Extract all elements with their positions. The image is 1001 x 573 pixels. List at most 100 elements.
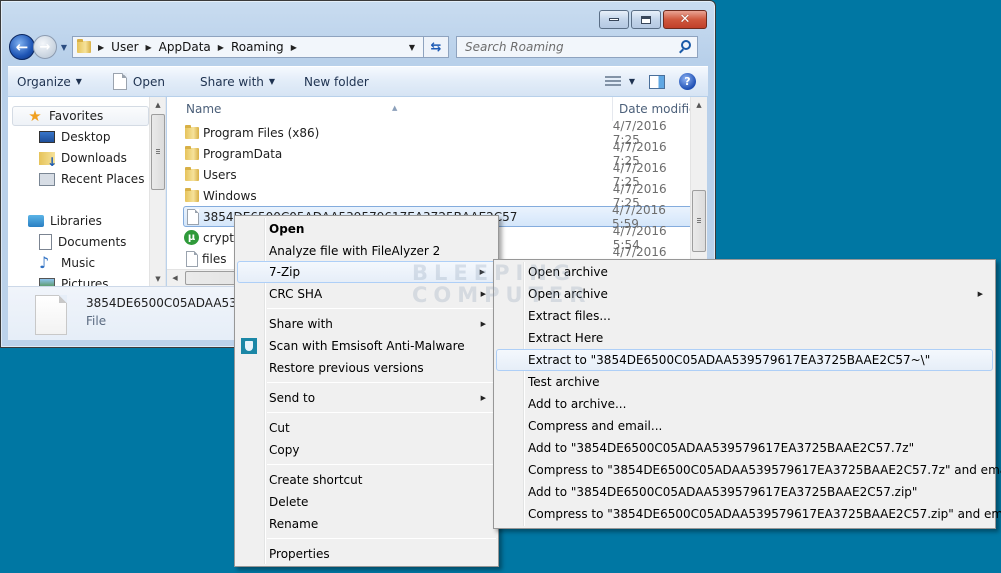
- submenu-compress-zip-email[interactable]: Compress to "3854DE6500C05ADAA539579617E…: [496, 503, 1001, 525]
- nav-downloads[interactable]: Downloads: [39, 148, 127, 169]
- caption-buttons: ✕: [599, 10, 707, 29]
- menu-item-send-to[interactable]: Send to ▶: [237, 387, 496, 409]
- column-name-header[interactable]: ▲ Name: [167, 97, 613, 121]
- utorrent-icon: µ: [184, 230, 199, 245]
- menu-item-label: Open archive: [528, 265, 608, 279]
- menu-item-label: Extract Here: [528, 331, 604, 345]
- navpane-scrollbar[interactable]: ▲ ▼: [149, 97, 165, 286]
- menu-item-open[interactable]: Open: [237, 218, 496, 240]
- organize-label: Organize: [17, 74, 71, 89]
- breadcrumb-appdata[interactable]: AppData: [159, 40, 211, 54]
- submenu-open-archive-as[interactable]: Open archive ▶: [496, 283, 993, 305]
- help-icon[interactable]: ?: [679, 73, 696, 90]
- breadcrumb-separator-icon[interactable]: ▶: [146, 43, 152, 52]
- menu-item-crc-sha[interactable]: CRC SHA ▶: [237, 283, 496, 305]
- open-button[interactable]: Open: [91, 67, 174, 96]
- new-folder-button[interactable]: New folder: [284, 67, 378, 96]
- search-placeholder: Search Roaming: [465, 40, 564, 54]
- chevron-down-icon: ▼: [268, 77, 276, 86]
- forward-button[interactable]: →: [33, 35, 57, 59]
- menu-item-delete[interactable]: Delete: [237, 491, 496, 513]
- file-icon: [35, 295, 67, 335]
- search-icon[interactable]: [681, 40, 691, 50]
- nav-favorites-label: Favorites: [49, 109, 104, 123]
- menu-item-share-with[interactable]: Share with ▶: [237, 313, 496, 335]
- folder-icon: [77, 39, 91, 53]
- scroll-left-icon[interactable]: ◀: [167, 270, 183, 286]
- file-name: ProgramData: [203, 146, 283, 161]
- nav-desktop[interactable]: Desktop: [39, 127, 111, 147]
- address-bar[interactable]: ▶ User ▶ AppData ▶ Roaming ▶ ▼: [72, 36, 424, 58]
- nav-documents[interactable]: Documents: [39, 232, 126, 252]
- menu-item-analyze-filealyzer[interactable]: Analyze file with FileAlyzer 2: [237, 240, 496, 262]
- filelist-scrollbar[interactable]: ▲: [690, 97, 707, 286]
- submenu-add-to-zip[interactable]: Add to "3854DE6500C05ADAA539579617EA3725…: [496, 481, 993, 503]
- submenu-compress-7z-email[interactable]: Compress to "3854DE6500C05ADAA539579617E…: [496, 459, 1001, 481]
- details-file-name: 3854DE6500C05ADAA539: [86, 296, 245, 310]
- breadcrumb-user[interactable]: User: [111, 40, 138, 54]
- menu-item-label: Extract to "3854DE6500C05ADAA539579617EA…: [528, 353, 931, 367]
- details-file-type: File: [86, 314, 107, 328]
- submenu-arrow-icon: ▶: [480, 290, 486, 298]
- nav-libraries-label: Libraries: [50, 214, 102, 228]
- nav-libraries[interactable]: Libraries: [28, 211, 102, 231]
- change-view-icon[interactable]: [604, 75, 621, 88]
- menu-item-cut[interactable]: Cut: [237, 417, 496, 439]
- menu-item-create-shortcut[interactable]: Create shortcut: [237, 469, 496, 491]
- organize-button[interactable]: Organize ▼: [8, 67, 91, 96]
- menu-item-copy[interactable]: Copy: [237, 439, 496, 461]
- submenu-extract-to-folder[interactable]: Extract to "3854DE6500C05ADAA539579617EA…: [496, 349, 993, 371]
- submenu-extract-here[interactable]: Extract Here: [496, 327, 993, 349]
- menu-item-label: Share with: [269, 317, 333, 331]
- nav-favorites[interactable]: ★ Favorites: [12, 106, 149, 126]
- menu-item-properties[interactable]: Properties: [237, 543, 496, 565]
- share-with-button[interactable]: Share with ▼: [174, 67, 284, 96]
- nav-music[interactable]: ♪ Music: [39, 253, 95, 273]
- search-input[interactable]: Search Roaming: [456, 36, 698, 58]
- menu-item-label: Restore previous versions: [269, 361, 424, 375]
- scroll-thumb[interactable]: [692, 190, 706, 252]
- menu-separator: [267, 464, 496, 465]
- scroll-down-icon[interactable]: ▼: [150, 271, 165, 286]
- menu-item-7zip[interactable]: 7-Zip ▶: [237, 261, 496, 283]
- submenu-add-to-7z[interactable]: Add to "3854DE6500C05ADAA539579617EA3725…: [496, 437, 993, 459]
- scroll-up-icon[interactable]: ▲: [691, 97, 707, 112]
- nav-recent-places[interactable]: Recent Places: [39, 169, 144, 189]
- downloads-icon: [39, 151, 57, 169]
- back-arrow-icon: ←: [15, 38, 29, 56]
- recent-pages-dropdown[interactable]: ▼: [58, 43, 70, 52]
- menu-item-restore-previous-versions[interactable]: Restore previous versions: [237, 357, 496, 379]
- submenu-arrow-icon: ▶: [480, 320, 486, 328]
- breadcrumb-separator-icon[interactable]: ▶: [98, 43, 104, 52]
- minimize-button[interactable]: [599, 10, 629, 29]
- submenu-add-to-archive[interactable]: Add to archive...: [496, 393, 993, 415]
- breadcrumb-roaming[interactable]: Roaming: [231, 40, 284, 54]
- scroll-up-icon[interactable]: ▲: [150, 97, 165, 112]
- back-button[interactable]: ←: [9, 34, 35, 60]
- menu-item-label: Test archive: [528, 375, 600, 389]
- submenu-test-archive[interactable]: Test archive: [496, 371, 993, 393]
- chevron-down-icon: ▼: [75, 77, 82, 86]
- close-button[interactable]: ✕: [663, 10, 707, 29]
- submenu-arrow-icon: ▶: [479, 268, 485, 276]
- libraries-icon: [28, 215, 44, 227]
- scroll-thumb[interactable]: [151, 114, 165, 190]
- refresh-icon: ⇆: [430, 39, 442, 55]
- breadcrumb-separator-icon[interactable]: ▶: [291, 43, 297, 52]
- breadcrumb-separator-icon[interactable]: ▶: [218, 43, 224, 52]
- menu-item-label: Add to archive...: [528, 397, 627, 411]
- menu-item-rename[interactable]: Rename: [237, 513, 496, 535]
- menu-item-label: Create shortcut: [269, 473, 363, 487]
- address-dropdown-icon[interactable]: ▼: [401, 37, 423, 57]
- submenu-compress-and-email[interactable]: Compress and email...: [496, 415, 993, 437]
- submenu-open-archive[interactable]: Open archive: [496, 261, 993, 283]
- view-options-dropdown-icon[interactable]: ▼: [629, 77, 635, 86]
- submenu-extract-files[interactable]: Extract files...: [496, 305, 993, 327]
- refresh-button[interactable]: ⇆: [424, 36, 449, 58]
- column-header: ▲ Name Date modified: [167, 97, 707, 121]
- pictures-icon: [39, 278, 55, 286]
- nav-pictures[interactable]: Pictures: [39, 274, 109, 286]
- menu-item-scan-emsisoft[interactable]: Scan with Emsisoft Anti-Malware: [237, 335, 496, 357]
- maximize-button[interactable]: [631, 10, 661, 29]
- preview-pane-icon[interactable]: [649, 74, 665, 89]
